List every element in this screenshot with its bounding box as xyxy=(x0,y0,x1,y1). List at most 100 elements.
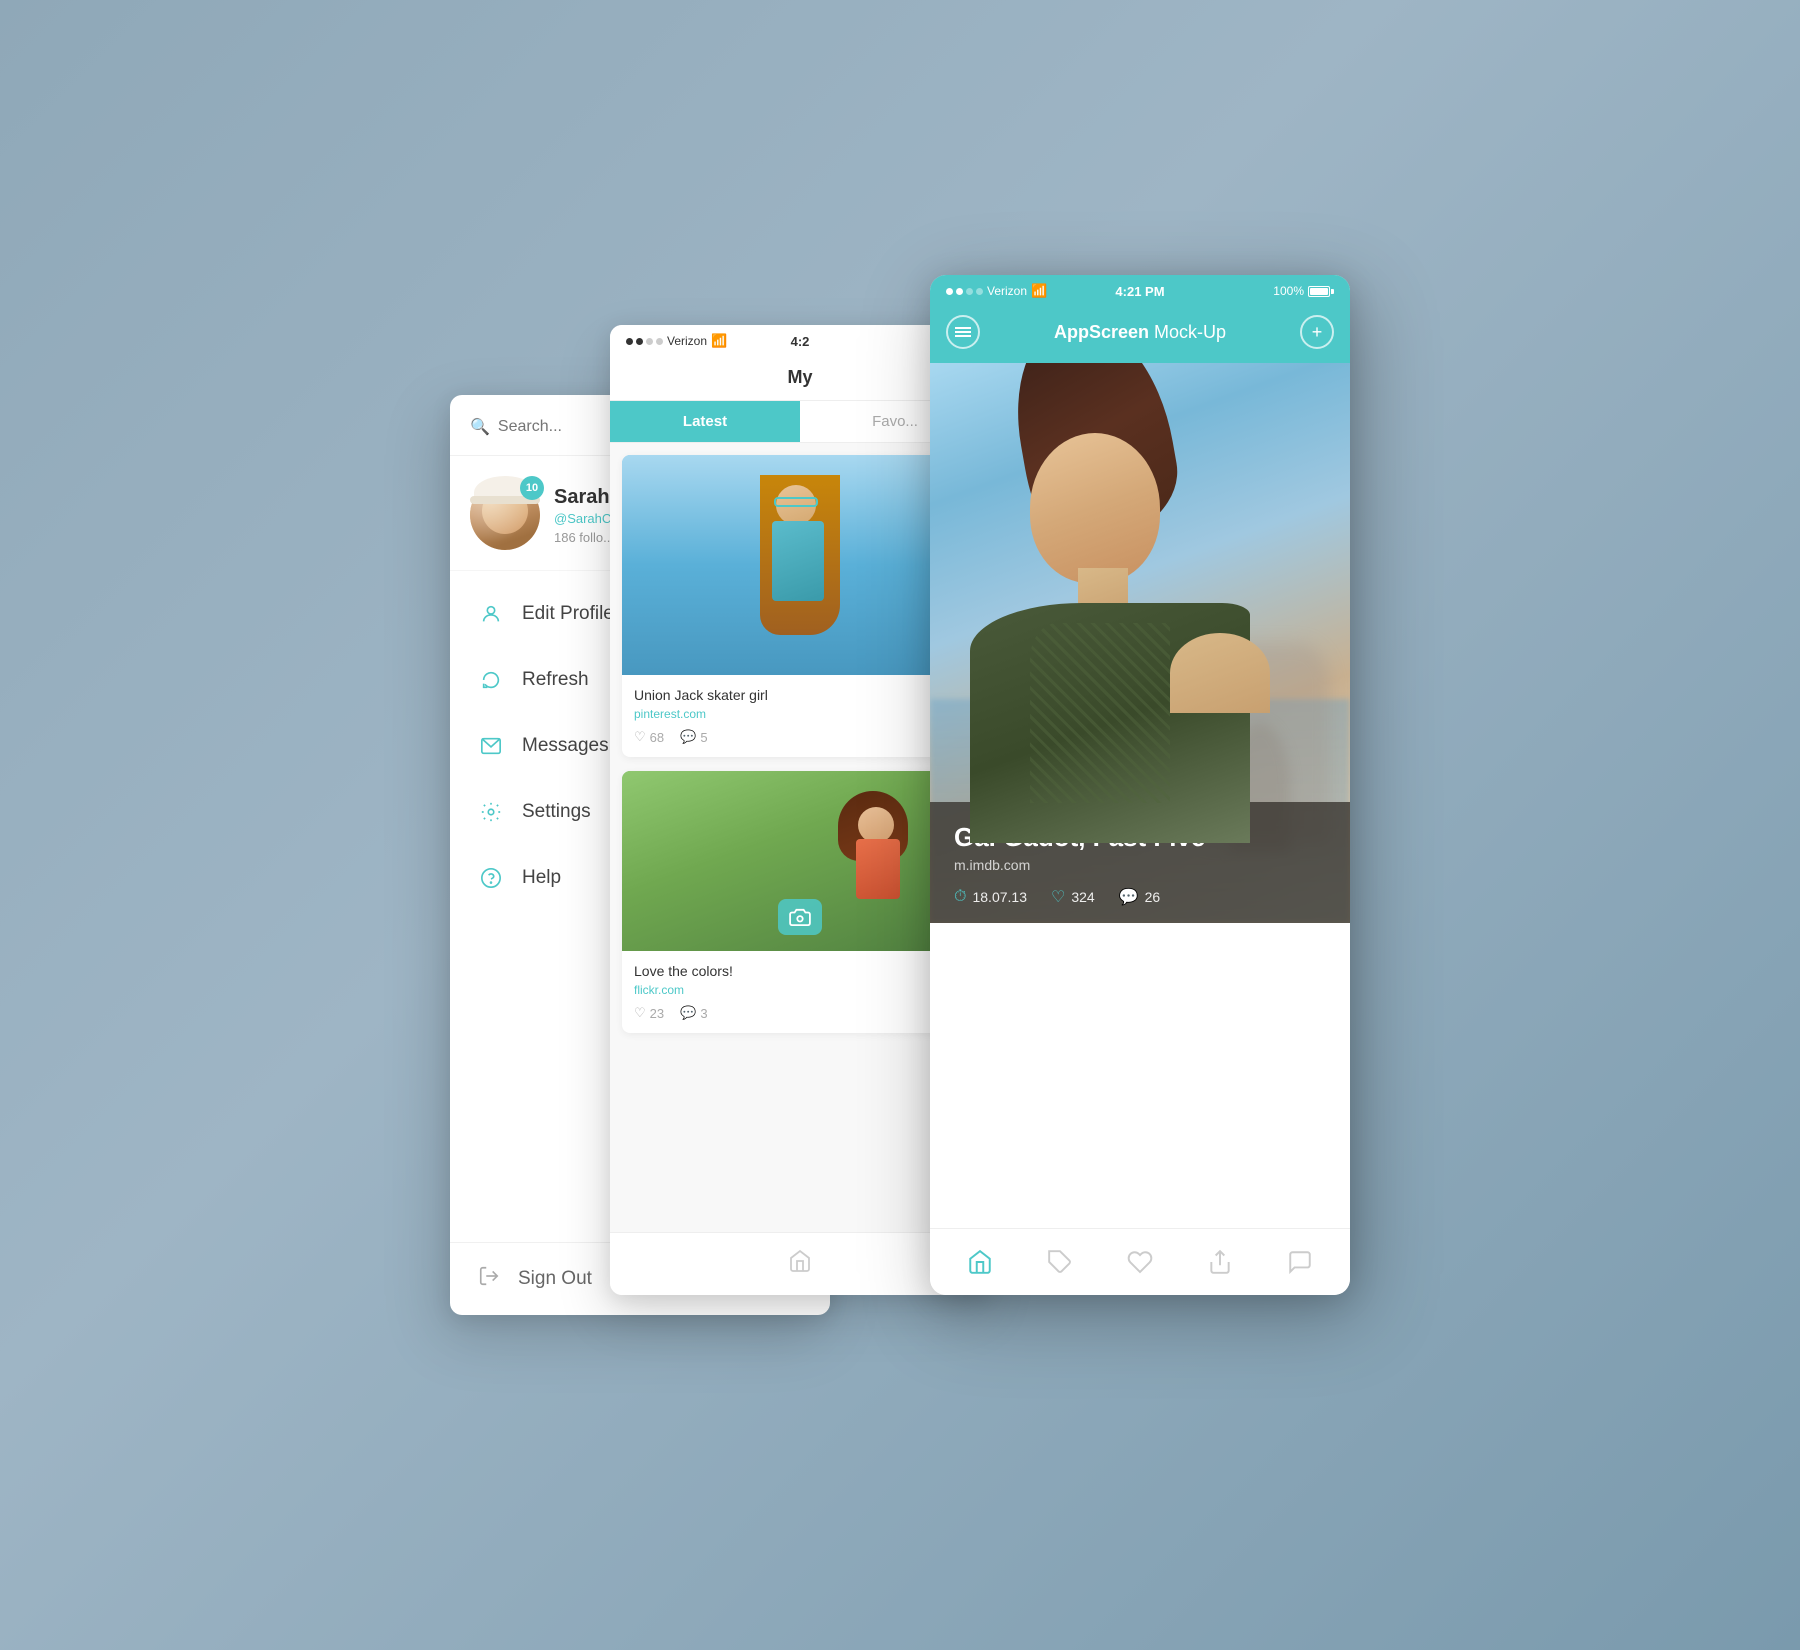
detail-status-left: Verizon 📶 xyxy=(946,283,1047,299)
user-handle: @SarahC xyxy=(554,511,614,526)
card-1-comments-count: 5 xyxy=(700,730,707,745)
detail-item-source: m.imdb.com xyxy=(954,857,1326,873)
user-name: Sarah xyxy=(554,486,614,509)
feed-card-1[interactable]: Union Jack skater girl pinterest.com ♡ 6… xyxy=(622,455,978,757)
camera-overlay-icon xyxy=(778,899,822,935)
card-1-title: Union Jack skater girl xyxy=(634,687,966,703)
tag-nav-icon xyxy=(1047,1249,1073,1275)
wifi-icon: 📶 xyxy=(711,333,727,349)
d-dot-4 xyxy=(976,288,983,295)
feed-home-icon[interactable] xyxy=(788,1249,812,1279)
card-1-info: Union Jack skater girl pinterest.com ♡ 6… xyxy=(622,675,978,757)
comment-icon: 💬 xyxy=(680,729,696,745)
detail-title-bar: AppScreen Mock-Up xyxy=(1054,322,1226,343)
detail-comments-stat: 💬 26 xyxy=(1119,887,1161,907)
d-dot-1 xyxy=(946,288,953,295)
help-label: Help xyxy=(522,867,561,889)
heart-icon: ♡ xyxy=(634,729,646,745)
signal-dot-4 xyxy=(656,338,663,345)
detail-signal-dots xyxy=(946,288,983,295)
nav-share-button[interactable] xyxy=(1195,1245,1245,1279)
card-1-image xyxy=(622,455,978,675)
detail-bottom-nav xyxy=(930,1228,1350,1295)
status-left: Verizon 📶 xyxy=(626,333,727,349)
detail-comments-value: 26 xyxy=(1145,889,1161,905)
detail-carrier: Verizon xyxy=(987,284,1027,298)
plus-icon: + xyxy=(1312,323,1323,341)
comment-icon-2: 💬 xyxy=(680,1005,696,1021)
app-name: AppScreen xyxy=(1054,322,1149,342)
tab-latest[interactable]: Latest xyxy=(610,401,800,442)
detail-date-stat: ⏱ 18.07.13 xyxy=(954,887,1027,907)
detail-status-bar: Verizon 📶 4:21 PM 100% xyxy=(930,275,1350,305)
detail-battery-pct: 100% xyxy=(1273,284,1304,298)
detail-status-right: 100% xyxy=(1273,284,1334,298)
card-2-comments: 💬 3 xyxy=(680,1005,707,1021)
add-button[interactable]: + xyxy=(1300,315,1334,349)
user-info: Sarah @SarahC 186 follo... xyxy=(554,486,614,545)
detail-date-value: 18.07.13 xyxy=(972,889,1027,905)
signal-dot-1 xyxy=(626,338,633,345)
heart-icon-2: ♡ xyxy=(634,1005,646,1021)
detail-item-stats: ⏱ 18.07.13 ♡ 324 💬 26 xyxy=(954,887,1326,907)
d-dot-2 xyxy=(956,288,963,295)
followers-count: 186 follo... xyxy=(554,530,614,545)
card-2-title: Love the colors! xyxy=(634,963,966,979)
card-2-comments-count: 3 xyxy=(700,1006,707,1021)
card-2-info: Love the colors! flickr.com ♡ 23 💬 3 xyxy=(622,951,978,1033)
nav-comment-button[interactable] xyxy=(1275,1245,1325,1279)
card-1-stats: ♡ 68 💬 5 xyxy=(634,729,966,745)
detail-header: AppScreen Mock-Up + xyxy=(930,305,1350,363)
nav-home-button[interactable] xyxy=(955,1245,1005,1279)
comment-nav-icon xyxy=(1287,1249,1313,1275)
card-1-source: pinterest.com xyxy=(634,707,966,721)
heart-nav-icon xyxy=(1127,1249,1153,1275)
card-2-source: flickr.com xyxy=(634,983,966,997)
question-icon xyxy=(478,865,504,891)
signal-dot-2 xyxy=(636,338,643,345)
search-icon: 🔍 xyxy=(470,417,490,437)
share-nav-icon xyxy=(1207,1249,1233,1275)
clock-icon: ⏱ xyxy=(954,888,966,906)
card-2-stats: ♡ 23 💬 3 xyxy=(634,1005,966,1021)
screen-detail: Verizon 📶 4:21 PM 100% Ap xyxy=(930,275,1350,1295)
notification-badge: 10 xyxy=(520,476,544,500)
card-2-image xyxy=(622,771,978,951)
detail-likes-stat: ♡ 324 xyxy=(1051,887,1095,907)
messages-label: Messages xyxy=(522,735,609,757)
heart-outline-icon: ♡ xyxy=(1051,887,1065,907)
nav-tag-button[interactable] xyxy=(1035,1245,1085,1279)
feed-card-2[interactable]: Love the colors! flickr.com ♡ 23 💬 3 xyxy=(622,771,978,1033)
card-1-comments: 💬 5 xyxy=(680,729,707,745)
avatar-wrap: 10 xyxy=(470,480,540,550)
settings-label: Settings xyxy=(522,801,591,823)
signal-dots xyxy=(626,338,663,345)
feed-title: My xyxy=(787,367,812,387)
gear-icon xyxy=(478,799,504,825)
signal-dot-3 xyxy=(646,338,653,345)
comment-bubble-icon: 💬 xyxy=(1119,887,1139,907)
menu-button[interactable] xyxy=(946,315,980,349)
nav-heart-button[interactable] xyxy=(1115,1245,1165,1279)
signout-icon xyxy=(478,1265,500,1293)
person-icon xyxy=(478,601,504,627)
mail-icon xyxy=(478,733,504,759)
battery-icon xyxy=(1308,286,1334,297)
detail-wifi-icon: 📶 xyxy=(1031,283,1047,299)
detail-likes-value: 324 xyxy=(1071,889,1094,905)
refresh-label: Refresh xyxy=(522,669,589,691)
detail-hero-image: Gal Gadot, Fast Five m.imdb.com ⏱ 18.07.… xyxy=(930,363,1350,923)
detail-time: 4:21 PM xyxy=(1115,284,1164,299)
edit-profile-label: Edit Profile xyxy=(522,603,614,625)
status-time: 4:2 xyxy=(791,334,810,349)
scene: 🔍 10 Sarah @SarahC 186 follo... xyxy=(450,275,1350,1375)
card-1-likes-count: 68 xyxy=(650,730,664,745)
card-2-likes: ♡ 23 xyxy=(634,1005,664,1021)
signout-label: Sign Out xyxy=(518,1268,592,1290)
card-1-likes: ♡ 68 xyxy=(634,729,664,745)
app-subtitle: Mock-Up xyxy=(1149,322,1226,342)
card-2-likes-count: 23 xyxy=(650,1006,664,1021)
home-nav-icon xyxy=(967,1249,993,1275)
refresh-icon xyxy=(478,667,504,693)
d-dot-3 xyxy=(966,288,973,295)
